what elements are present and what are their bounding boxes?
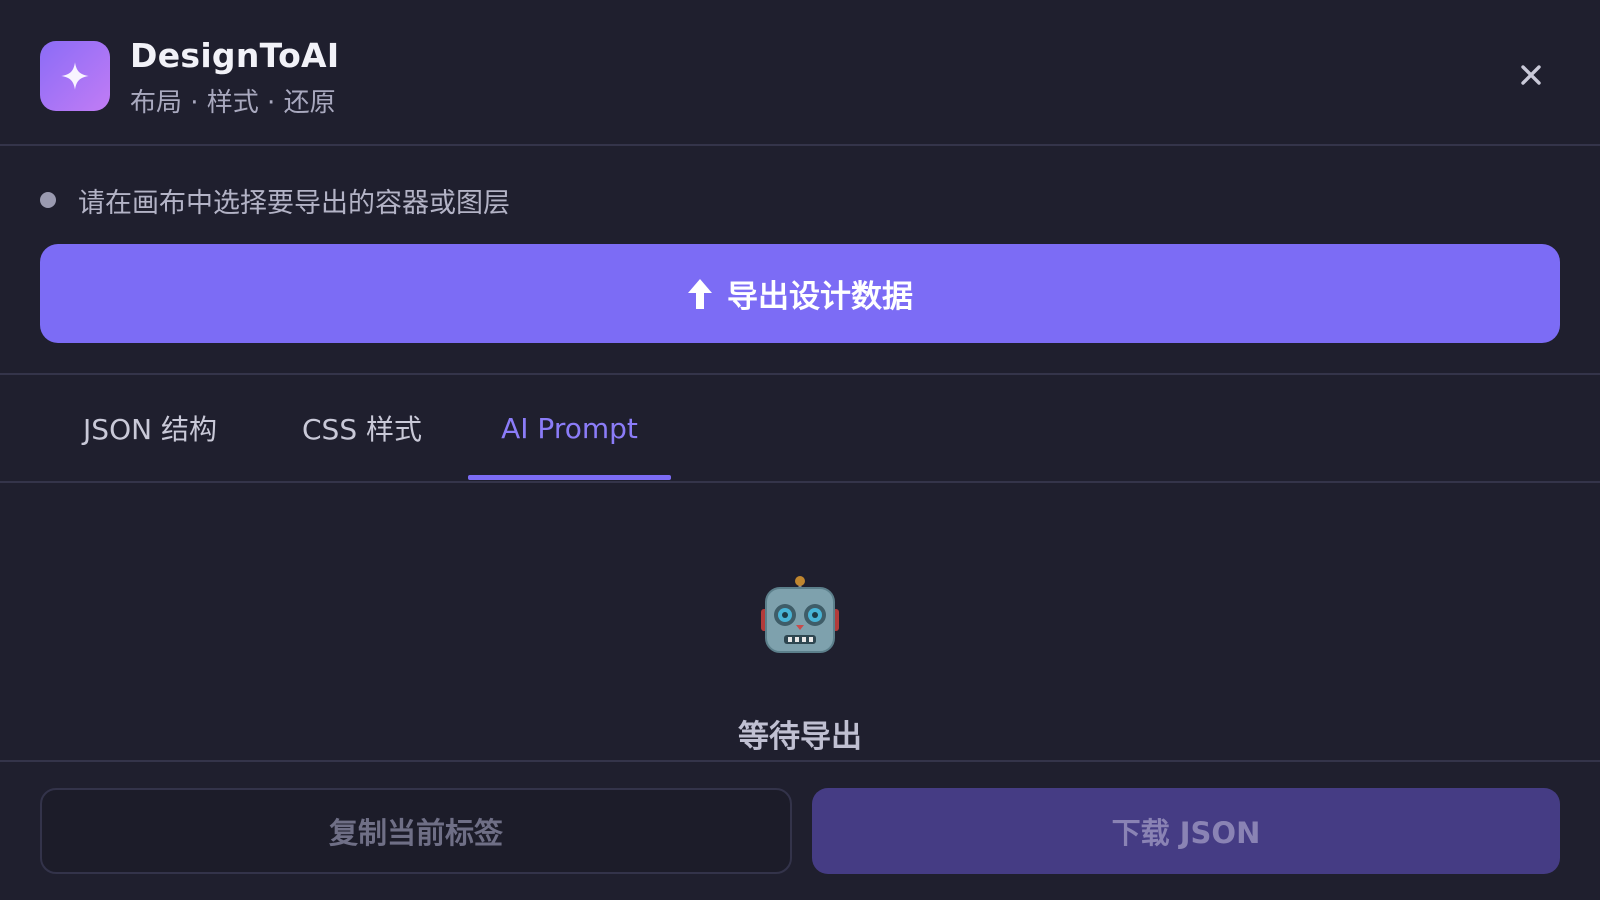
- export-design-data-button[interactable]: 导出设计数据: [40, 244, 1560, 343]
- tab-ai-prompt[interactable]: AI Prompt: [468, 375, 671, 481]
- app-subtitle: 布局 · 样式 · 还原: [130, 88, 336, 118]
- close-icon: [1521, 65, 1541, 85]
- robot-icon: [761, 576, 839, 653]
- panel-footer: 复制当前标签 下载 JSON: [0, 760, 1600, 900]
- app-logo: [40, 41, 110, 111]
- selection-status: 请在画布中选择要导出的容器或图层: [40, 180, 510, 220]
- sparkle-icon: [61, 62, 89, 90]
- panel-header: DesignToAI 布局 · 样式 · 还原: [0, 0, 1600, 146]
- close-button[interactable]: [1516, 60, 1546, 90]
- arrow-up-icon: [687, 278, 713, 310]
- empty-state-text: 等待导出: [738, 719, 862, 755]
- status-dot: [40, 192, 56, 208]
- tab-json-structure[interactable]: JSON 结构: [50, 375, 250, 481]
- active-tab-indicator: [468, 475, 671, 480]
- copy-current-tab-button[interactable]: 复制当前标签: [40, 788, 792, 874]
- export-button-label: 导出设计数据: [727, 279, 913, 315]
- download-json-button[interactable]: 下载 JSON: [812, 788, 1560, 874]
- app-title: DesignToAI: [130, 36, 340, 75]
- empty-state: 等待导出: [0, 483, 1600, 761]
- status-text: 请在画布中选择要导出的容器或图层: [78, 187, 510, 219]
- designtoai-panel: DesignToAI 布局 · 样式 · 还原 请在画布中选择要导出的容器或图层…: [0, 0, 1600, 900]
- tab-css-style[interactable]: CSS 样式: [262, 375, 462, 481]
- output-tabs: JSON 结构 CSS 样式 AI Prompt: [0, 375, 1600, 483]
